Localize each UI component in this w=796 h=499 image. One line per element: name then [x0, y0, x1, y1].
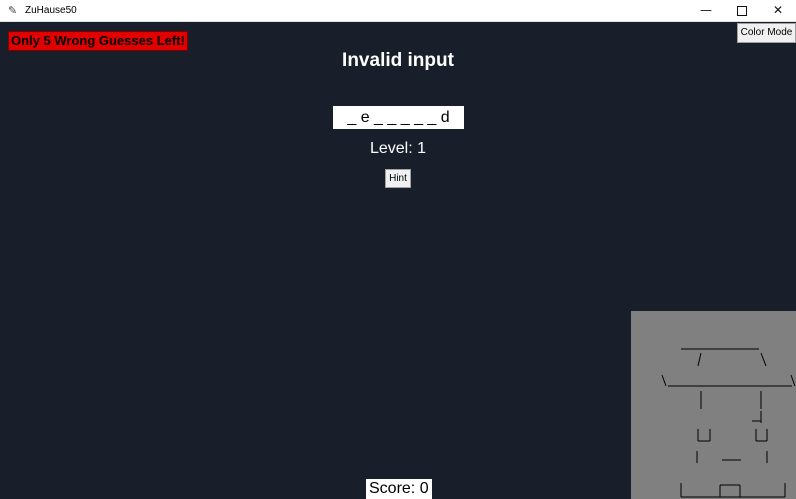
hint-button[interactable]: Hint [385, 169, 411, 188]
level-label: Level: 1 [369, 140, 427, 157]
minimize-button[interactable]: — [688, 0, 724, 22]
game-canvas: Only 5 Wrong Guesses Left! Color Mode In… [0, 22, 796, 499]
maximize-icon [737, 6, 747, 16]
word-display: _ e _ _ _ _ _ d [333, 106, 464, 129]
hangman-panel [631, 311, 796, 499]
feather-icon: ✎ [8, 4, 18, 17]
wrong-guesses-warning: Only 5 Wrong Guesses Left! [8, 31, 188, 51]
color-mode-button[interactable]: Color Mode [737, 23, 796, 43]
window-title: ZuHause50 [25, 5, 77, 16]
title-bar: ✎ ZuHause50 — ✕ [0, 0, 796, 22]
score-label: Score: 0 [366, 479, 432, 499]
status-message: Invalid input [342, 50, 454, 71]
maximize-button[interactable] [724, 0, 760, 22]
close-button[interactable]: ✕ [760, 0, 796, 22]
house-drawing-icon [661, 348, 796, 498]
